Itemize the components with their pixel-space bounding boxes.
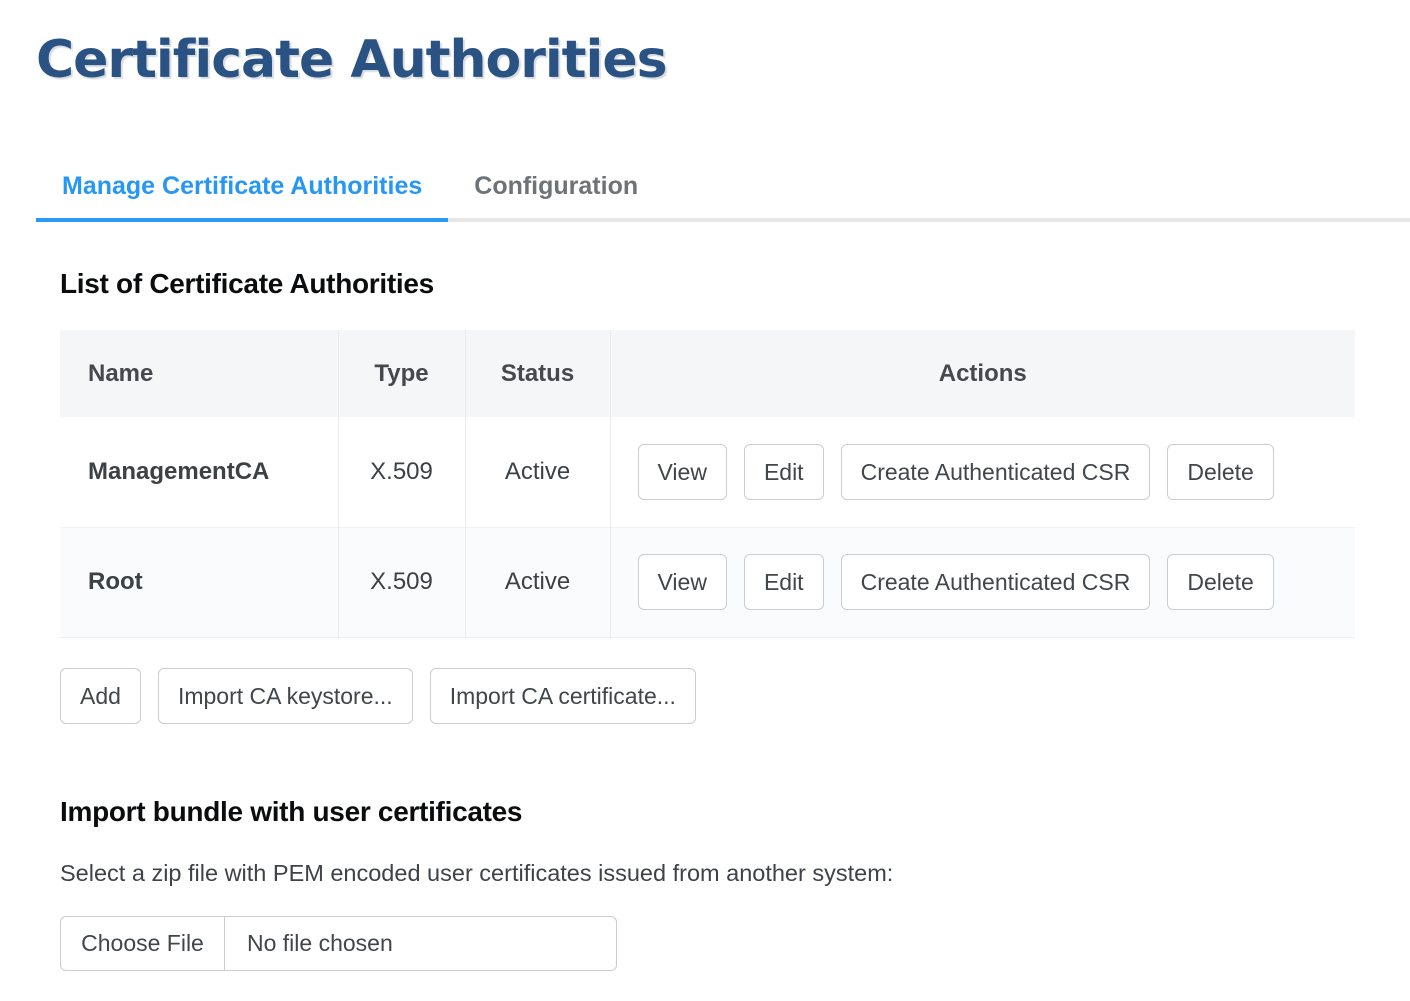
actions-group: View Edit Create Authenticated CSR Delet… — [638, 444, 1356, 500]
ca-status: Active — [465, 527, 610, 637]
import-bundle-description: Select a zip file with PEM encoded user … — [60, 860, 1355, 887]
delete-button[interactable]: Delete — [1167, 554, 1273, 610]
ca-status: Active — [465, 417, 610, 527]
import-ca-keystore-button[interactable]: Import CA keystore... — [158, 668, 413, 724]
tab-configuration[interactable]: Configuration — [448, 172, 664, 218]
create-authenticated-csr-button[interactable]: Create Authenticated CSR — [841, 444, 1151, 500]
ca-type: X.509 — [338, 417, 465, 527]
create-authenticated-csr-button[interactable]: Create Authenticated CSR — [841, 554, 1151, 610]
certificate-authorities-page: Certificate Authorities Manage Certifica… — [0, 30, 1410, 971]
column-header-actions: Actions — [610, 330, 1355, 417]
ca-toolbar: Add Import CA keystore... Import CA cert… — [60, 668, 1355, 724]
choose-file-button[interactable]: Choose File — [61, 917, 225, 970]
column-header-type: Type — [338, 330, 465, 417]
actions-group: View Edit Create Authenticated CSR Delet… — [638, 554, 1356, 610]
table-row-root: Root X.509 Active View Edit Create Authe… — [60, 527, 1355, 637]
import-bundle-heading: Import bundle with user certificates — [60, 796, 1355, 828]
tab-manage-certificate-authorities[interactable]: Manage Certificate Authorities — [36, 172, 448, 222]
file-chosen-status: No file chosen — [225, 917, 616, 970]
ca-type: X.509 — [338, 527, 465, 637]
edit-button[interactable]: Edit — [744, 554, 824, 610]
view-button[interactable]: View — [638, 444, 727, 500]
table-header-row: Name Type Status Actions — [60, 330, 1355, 417]
column-header-status: Status — [465, 330, 610, 417]
add-button[interactable]: Add — [60, 668, 141, 724]
column-header-name: Name — [60, 330, 338, 417]
import-ca-certificate-button[interactable]: Import CA certificate... — [430, 668, 696, 724]
file-input[interactable]: Choose File No file chosen — [60, 916, 617, 971]
edit-button[interactable]: Edit — [744, 444, 824, 500]
ca-actions-cell: View Edit Create Authenticated CSR Delet… — [610, 527, 1355, 637]
table-row-managementca: ManagementCA X.509 Active View Edit Crea… — [60, 417, 1355, 527]
ca-name: ManagementCA — [60, 417, 338, 527]
ca-list-heading: List of Certificate Authorities — [60, 268, 1355, 300]
delete-button[interactable]: Delete — [1167, 444, 1273, 500]
ca-actions-cell: View Edit Create Authenticated CSR Delet… — [610, 417, 1355, 527]
tab-bar: Manage Certificate Authorities Configura… — [36, 172, 1410, 222]
main-content: List of Certificate Authorities Name Typ… — [60, 268, 1355, 971]
view-button[interactable]: View — [638, 554, 727, 610]
page-title: Certificate Authorities — [36, 30, 1410, 90]
ca-table: Name Type Status Actions ManagementCA X.… — [60, 330, 1355, 638]
ca-name: Root — [60, 527, 338, 637]
